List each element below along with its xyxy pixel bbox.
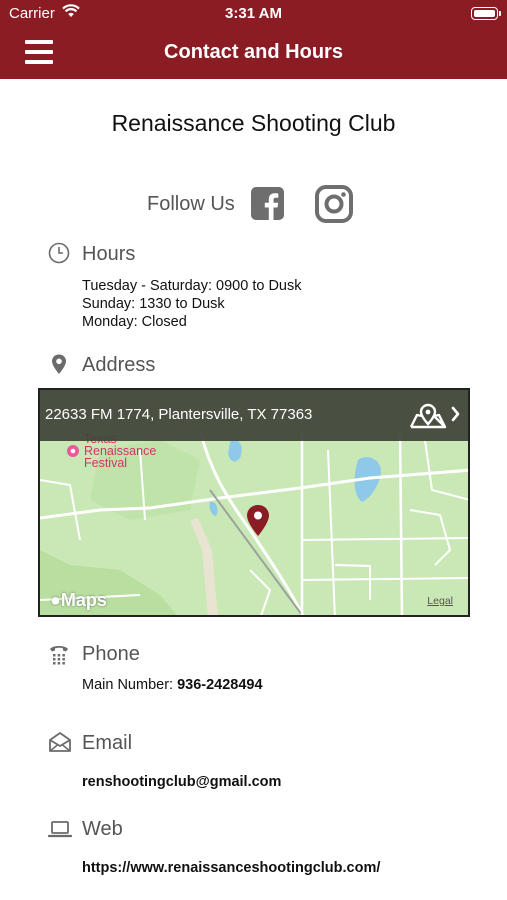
- map-view[interactable]: Texas Renaissance Festival 22633 FM 1774…: [38, 388, 470, 617]
- hours-line-2: Sunday: 1330 to Dusk: [82, 296, 225, 312]
- phone-line[interactable]: Main Number: 936-2428494: [82, 677, 263, 695]
- phone-number[interactable]: 936-2428494: [177, 677, 262, 693]
- email-title: Email: [82, 732, 133, 754]
- website-link[interactable]: https://www.renaissanceshootingclub.com/: [82, 860, 380, 878]
- email-address[interactable]: renshootingclub@gmail.com: [82, 774, 281, 792]
- clock-icon: [48, 242, 70, 264]
- instagram-icon[interactable]: [314, 184, 354, 224]
- phone-label: Main Number:: [82, 677, 174, 693]
- page-title: Contact and Hours: [164, 41, 343, 63]
- apple-logo-icon: ●: [50, 590, 61, 610]
- phone-title: Phone: [82, 643, 140, 665]
- follow-us-label: Follow Us: [147, 193, 235, 215]
- hours-line-3: Monday: Closed: [82, 314, 187, 330]
- location-pin-icon: [52, 354, 66, 374]
- club-name: Renaissance Shooting Club: [111, 110, 396, 136]
- apple-maps-logo: ●Maps: [50, 590, 107, 610]
- laptop-icon: [48, 821, 72, 838]
- hours-line-1: Tuesday - Saturday: 0900 to Dusk: [82, 278, 302, 294]
- map-pin-icon: [247, 505, 269, 536]
- facebook-icon[interactable]: [251, 187, 284, 220]
- status-bar: Carrier 3:31 AM: [0, 0, 507, 28]
- address-title: Address: [82, 354, 156, 376]
- email-icon: [49, 732, 71, 752]
- map-legal-link[interactable]: Legal: [427, 595, 453, 607]
- hours-title: Hours: [82, 243, 136, 265]
- battery-icon: [471, 7, 501, 20]
- status-time: 3:31 AM: [225, 5, 282, 22]
- navigation-header: Carrier 3:31 AM Contact and Hours: [0, 0, 507, 79]
- map-address-bar[interactable]: 22633 FM 1774, Plantersville, TX 77363: [40, 390, 468, 441]
- directions-map-icon[interactable]: [408, 402, 460, 430]
- phone-icon: [50, 646, 68, 665]
- map-address: 22633 FM 1774, Plantersville, TX 77363: [45, 406, 313, 423]
- web-title: Web: [82, 818, 123, 840]
